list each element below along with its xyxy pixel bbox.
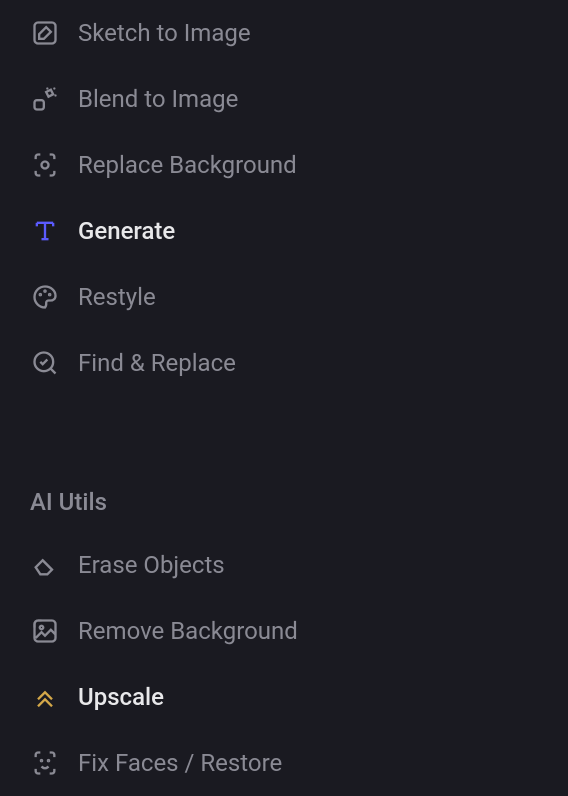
sidebar-item-sketch-to-image[interactable]: Sketch to Image	[0, 0, 568, 66]
sidebar-item-upscale[interactable]: Upscale	[0, 664, 568, 730]
sidebar-item-fix-faces[interactable]: Fix Faces / Restore	[0, 730, 568, 796]
sidebar-item-label: Remove Background	[78, 617, 298, 645]
sidebar-item-label: Erase Objects	[78, 551, 225, 579]
sidebar-item-remove-background[interactable]: Remove Background	[0, 598, 568, 664]
sidebar: Sketch to Image Blend to Image Replace B	[0, 0, 568, 796]
sidebar-item-label: Fix Faces / Restore	[78, 749, 282, 777]
find-icon	[30, 348, 60, 378]
replace-bg-icon	[30, 150, 60, 180]
palette-icon	[30, 282, 60, 312]
erase-icon	[30, 550, 60, 580]
sidebar-item-label: Sketch to Image	[78, 19, 251, 47]
sidebar-item-label: Find & Replace	[78, 349, 236, 377]
sidebar-item-label: Generate	[78, 217, 175, 245]
remove-bg-icon	[30, 616, 60, 646]
sidebar-item-blend-to-image[interactable]: Blend to Image	[0, 66, 568, 132]
sidebar-item-label: Upscale	[78, 683, 164, 711]
sketch-icon	[30, 18, 60, 48]
face-icon	[30, 748, 60, 778]
sidebar-item-erase-objects[interactable]: Erase Objects	[0, 532, 568, 598]
section-header-ai-utils: AI Utils	[0, 396, 568, 532]
text-icon	[30, 216, 60, 246]
sidebar-item-label: Restyle	[78, 283, 156, 311]
sidebar-item-label: Replace Background	[78, 151, 297, 179]
sidebar-item-replace-background[interactable]: Replace Background	[0, 132, 568, 198]
upscale-icon	[30, 682, 60, 712]
sidebar-item-restyle[interactable]: Restyle	[0, 264, 568, 330]
sidebar-item-label: Blend to Image	[78, 85, 238, 113]
blend-icon	[30, 84, 60, 114]
sidebar-item-generate[interactable]: Generate	[0, 198, 568, 264]
sidebar-item-find-replace[interactable]: Find & Replace	[0, 330, 568, 396]
